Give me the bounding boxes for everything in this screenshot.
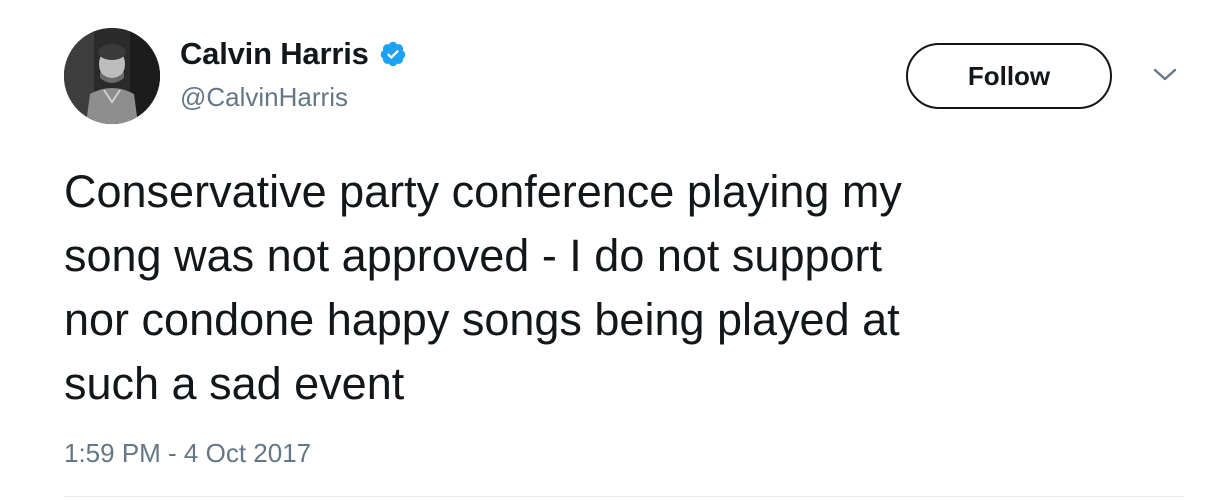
author-name-row: Calvin Harris <box>180 34 407 74</box>
tweet-text-line: nor condone happy songs being played at <box>64 294 900 345</box>
author-handle[interactable]: @CalvinHarris <box>180 82 348 113</box>
profile-photo-icon <box>64 28 160 124</box>
tweet-text-line: Conservative party conference playing my <box>64 166 902 217</box>
verified-badge-icon <box>379 40 407 68</box>
tweet-text: Conservative party conference playing my… <box>64 160 1164 416</box>
chevron-down-icon[interactable] <box>1152 66 1178 84</box>
follow-button[interactable]: Follow <box>906 43 1112 109</box>
tweet-text-line: such a sad event <box>64 358 405 409</box>
author-display-name[interactable]: Calvin Harris <box>180 36 369 72</box>
tweet-card: Calvin Harris @CalvinHarris Follow Conse… <box>0 0 1214 500</box>
tweet-text-line: song was not approved - I do not support <box>64 230 883 281</box>
divider <box>64 496 1184 497</box>
tweet-timestamp[interactable]: 1:59 PM - 4 Oct 2017 <box>64 438 311 469</box>
avatar[interactable] <box>64 28 160 124</box>
